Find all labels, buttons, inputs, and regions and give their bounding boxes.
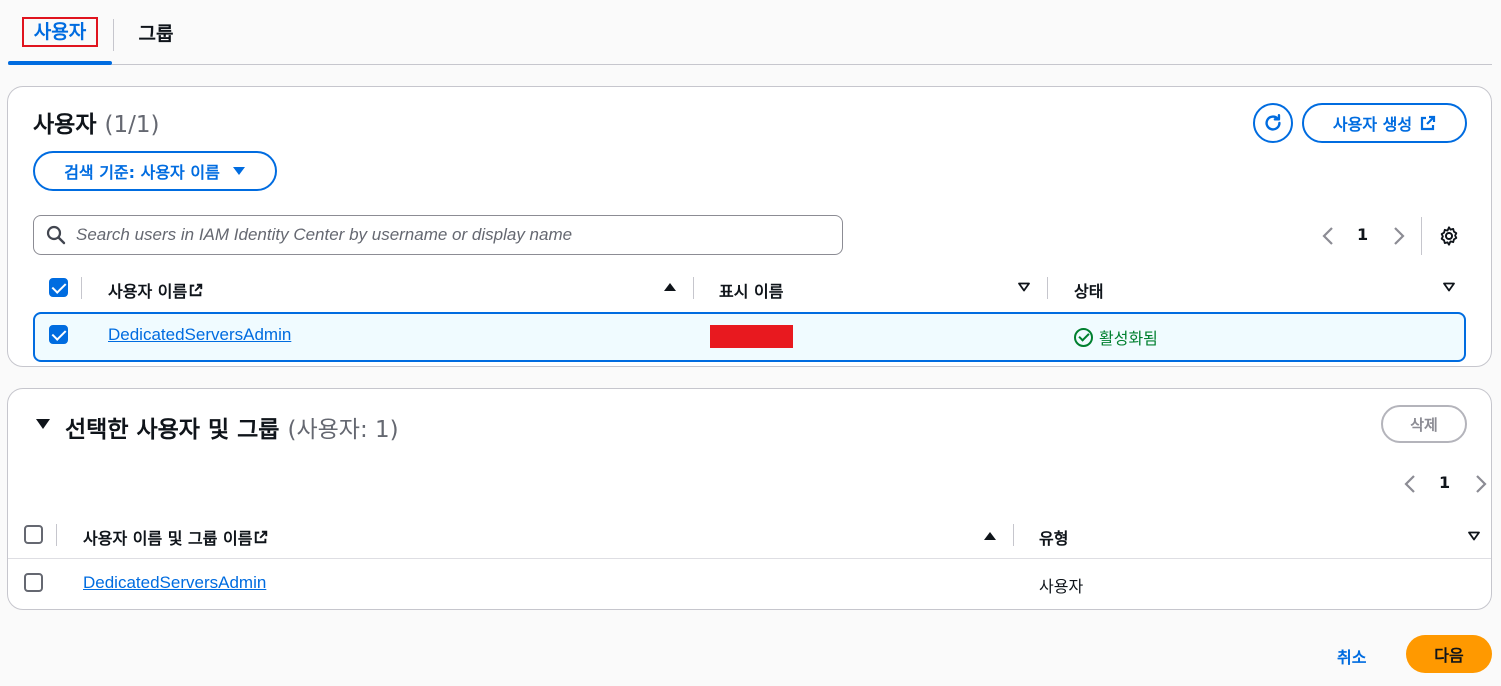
search-input[interactable] [76, 220, 836, 250]
column-divider [1013, 524, 1014, 546]
search-icon [46, 225, 66, 245]
users-panel-title: 사용자 (1/1) [33, 105, 159, 139]
search-by-dropdown[interactable]: 검색 기준: 사용자 이름 [33, 151, 277, 191]
next-label: 다음 [1434, 646, 1464, 665]
create-user-button[interactable]: 사용자 생성 [1302, 103, 1467, 143]
external-link-icon [189, 283, 203, 297]
tab-groups[interactable]: 그룹 [120, 0, 192, 64]
pager-divider [1421, 217, 1422, 255]
sort-ascending-icon[interactable] [663, 282, 677, 292]
column-header-display-name[interactable]: 표시 이름 [719, 278, 783, 302]
page-number[interactable]: 1 [1439, 473, 1450, 492]
column-divider [693, 277, 694, 299]
selected-title-text: 선택한 사용자 및 그룹 [65, 417, 280, 443]
search-field[interactable] [33, 215, 843, 255]
sort-icon[interactable] [1442, 282, 1456, 292]
type-cell: 사용자 [1039, 577, 1084, 596]
select-all-checkbox[interactable] [24, 525, 43, 544]
username-header-label: 사용자 이름 [108, 282, 188, 301]
column-divider [81, 277, 82, 299]
tab-users-label: 사용자 [21, 16, 99, 48]
refresh-button[interactable] [1253, 103, 1293, 143]
external-link-icon [1420, 115, 1436, 131]
selected-panel: 선택한 사용자 및 그룹 (사용자: 1) 삭제 1 사용자 이름 및 그룹 이… [7, 388, 1492, 610]
chevron-left-icon[interactable] [1321, 226, 1335, 246]
active-tab-indicator [8, 61, 112, 65]
status-text: 활성화됨 [1099, 329, 1158, 348]
refresh-icon [1265, 114, 1281, 131]
users-title-text: 사용자 [33, 112, 97, 138]
cancel-button[interactable]: 취소 [1337, 644, 1366, 668]
column-divider [1047, 277, 1048, 299]
page-number[interactable]: 1 [1357, 225, 1368, 244]
sort-icon[interactable] [1017, 282, 1031, 292]
redacted-display-name [710, 325, 793, 348]
table-divider [8, 558, 1491, 559]
row-checkbox[interactable] [49, 325, 68, 344]
selected-panel-title[interactable]: 선택한 사용자 및 그룹 (사용자: 1) [65, 410, 399, 444]
tab-groups-label: 그룹 [138, 22, 174, 45]
collapse-caret-icon[interactable] [35, 418, 51, 430]
sort-icon[interactable] [1467, 531, 1481, 541]
caret-down-icon [232, 167, 245, 175]
status-success-icon [1074, 327, 1093, 347]
status-badge: 활성화됨 [1074, 325, 1158, 349]
column-header-type[interactable]: 유형 [1039, 525, 1068, 549]
users-count: (1/1) [104, 112, 160, 138]
delete-label: 삭제 [1410, 415, 1438, 434]
column-divider [56, 524, 57, 546]
username-link[interactable]: DedicatedServersAdmin [108, 325, 291, 345]
name-link[interactable]: DedicatedServersAdmin [83, 573, 266, 593]
row-checkbox[interactable] [24, 573, 43, 592]
tab-divider [113, 19, 114, 51]
column-header-status[interactable]: 상태 [1074, 278, 1103, 302]
create-user-label: 사용자 생성 [1332, 115, 1413, 134]
sort-ascending-icon[interactable] [983, 531, 997, 541]
users-panel: 사용자 (1/1) 사용자 생성 검색 기준: 사용자 이름 Search us… [7, 86, 1492, 367]
selected-count: (사용자: 1) [287, 417, 399, 443]
search-by-label: 검색 기준: 사용자 이름 [64, 163, 220, 182]
tab-bar: 사용자 그룹 [8, 0, 1492, 65]
column-header-name[interactable]: 사용자 이름 및 그룹 이름 [83, 525, 268, 549]
name-header-label: 사용자 이름 및 그룹 이름 [83, 529, 253, 548]
select-all-checkbox[interactable] [49, 278, 68, 297]
external-link-icon [255, 530, 268, 544]
chevron-right-icon[interactable] [1392, 226, 1406, 246]
settings-icon[interactable] [1438, 225, 1460, 247]
tab-users[interactable]: 사용자 [8, 0, 112, 65]
delete-button[interactable]: 삭제 [1381, 405, 1467, 443]
next-button[interactable]: 다음 [1406, 635, 1492, 673]
chevron-right-icon[interactable] [1474, 474, 1488, 494]
chevron-left-icon[interactable] [1403, 474, 1417, 494]
column-header-username[interactable]: 사용자 이름 [108, 278, 203, 302]
